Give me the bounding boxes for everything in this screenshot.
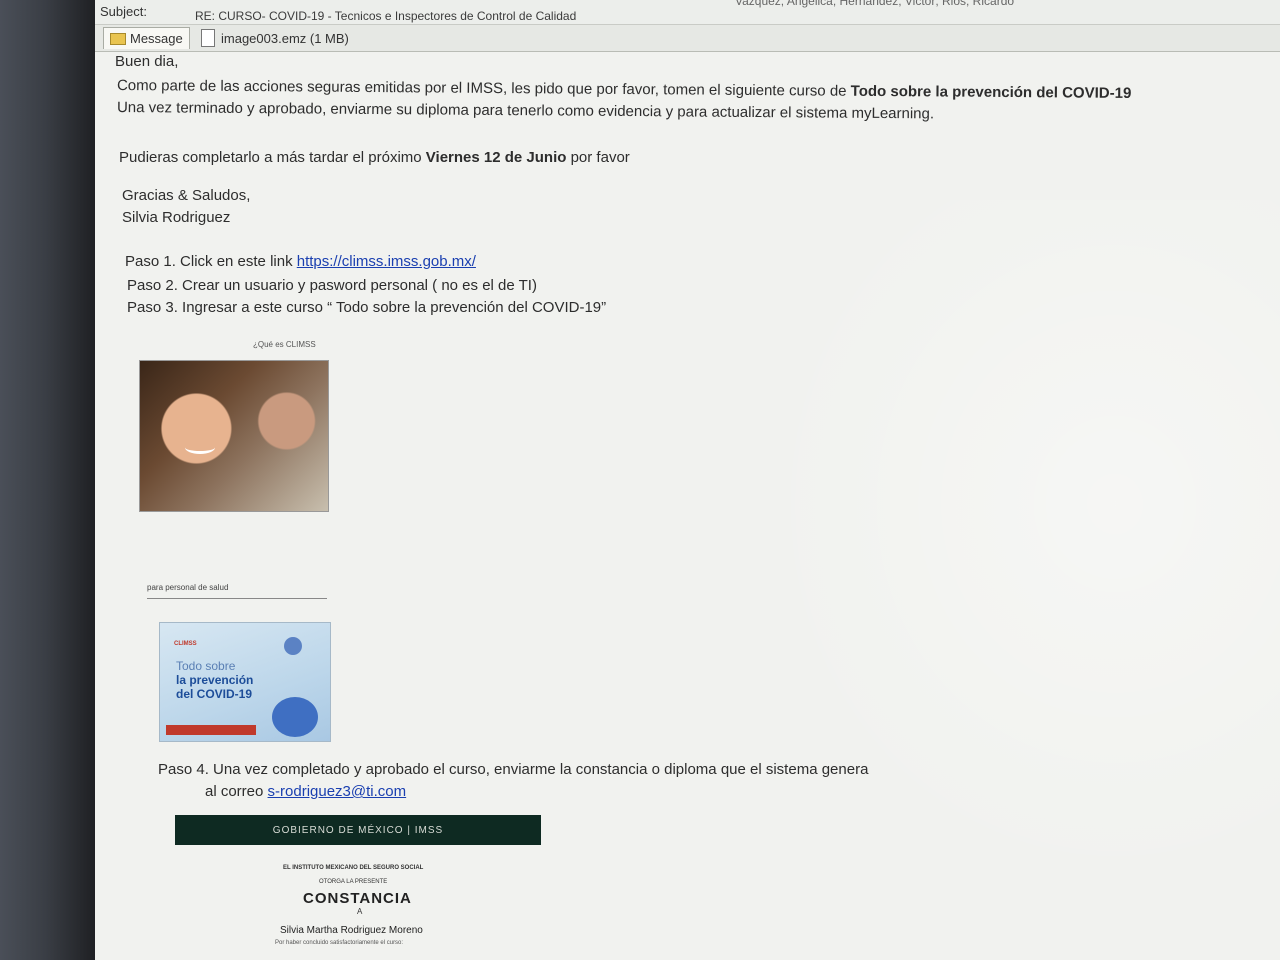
salud-label: para personal de salud xyxy=(147,583,327,599)
recipients-field: Vazquez, Angelica; Hernandez, Victor; Ri… xyxy=(735,0,1015,8)
virus-illustration xyxy=(272,697,318,737)
photo-caption: ¿Qué es CLIMSS xyxy=(253,340,316,349)
tab-message[interactable]: Message xyxy=(103,27,190,49)
closing: Gracias & Saludos, xyxy=(122,187,251,204)
greeting: Buen dia, xyxy=(115,53,179,70)
certificate-a: A xyxy=(357,907,363,916)
deadline-line: Pudieras completarlo a más tardar el pró… xyxy=(119,149,630,166)
monitor-bezel xyxy=(0,0,100,960)
attachment-item[interactable]: image003.emz (1 MB) xyxy=(195,27,355,49)
climss-link[interactable]: https://climss.imss.gob.mx/ xyxy=(297,253,476,270)
certificate-title: CONSTANCIA xyxy=(303,890,412,907)
envelope-icon xyxy=(110,32,126,45)
step-4-email: al correo s-rodriguez3@ti.com xyxy=(205,783,407,800)
certificate-institute: EL INSTITUTO MEXICANO DEL SEGURO SOCIAL xyxy=(283,865,424,871)
step-3: Paso 3. Ingresar a este curso “ Todo sob… xyxy=(127,299,607,316)
banner-brand: CLIMSS xyxy=(174,641,197,647)
step-1: Paso 1. Click en este link https://clims… xyxy=(125,253,476,270)
subject-label: Subject: xyxy=(100,4,147,19)
virus-icon xyxy=(284,637,302,655)
certificate-otorga: OTORGA LA PRESENTE xyxy=(319,879,388,885)
certificate-name: Silvia Martha Rodriguez Moreno xyxy=(280,925,423,936)
banner-line-3: del COVID-19 xyxy=(176,687,253,701)
tab-message-label: Message xyxy=(130,31,183,46)
screen-glare xyxy=(695,200,1280,960)
step-4: Paso 4. Una vez completado y aprobado el… xyxy=(158,761,869,778)
gobierno-banner: GOBIERNO DE MÉXICO | IMSS xyxy=(175,815,541,845)
covid-course-banner[interactable]: CLIMSS Todo sobre la prevención del COVI… xyxy=(159,622,331,742)
signature: Silvia Rodriguez xyxy=(122,209,231,226)
subject-row: Vazquez, Angelica; Hernandez, Victor; Ri… xyxy=(95,0,1280,25)
banner-red-bar xyxy=(166,725,256,735)
banner-line-2: la prevención xyxy=(176,673,254,687)
certificate-subtext: Por haber concluido satisfactoriamente e… xyxy=(275,940,404,946)
email-window: Vazquez, Angelica; Hernandez, Victor; Ri… xyxy=(95,0,1280,960)
attachment-label: image003.emz (1 MB) xyxy=(221,30,349,46)
file-icon xyxy=(201,29,215,47)
banner-line-1: Todo sobre xyxy=(176,659,236,673)
message-tabs: Message image003.emz (1 MB) xyxy=(95,25,1280,52)
climss-photo[interactable] xyxy=(139,360,329,512)
photo-detail xyxy=(185,441,215,454)
step-2: Paso 2. Crear un usuario y pasword perso… xyxy=(127,277,537,294)
body-line-2: Una vez terminado y aprobado, enviarme s… xyxy=(116,99,935,123)
subject-value: RE: CURSO- COVID-19 - Tecnicos e Inspect… xyxy=(195,9,577,23)
email-link[interactable]: s-rodriguez3@ti.com xyxy=(268,783,407,800)
